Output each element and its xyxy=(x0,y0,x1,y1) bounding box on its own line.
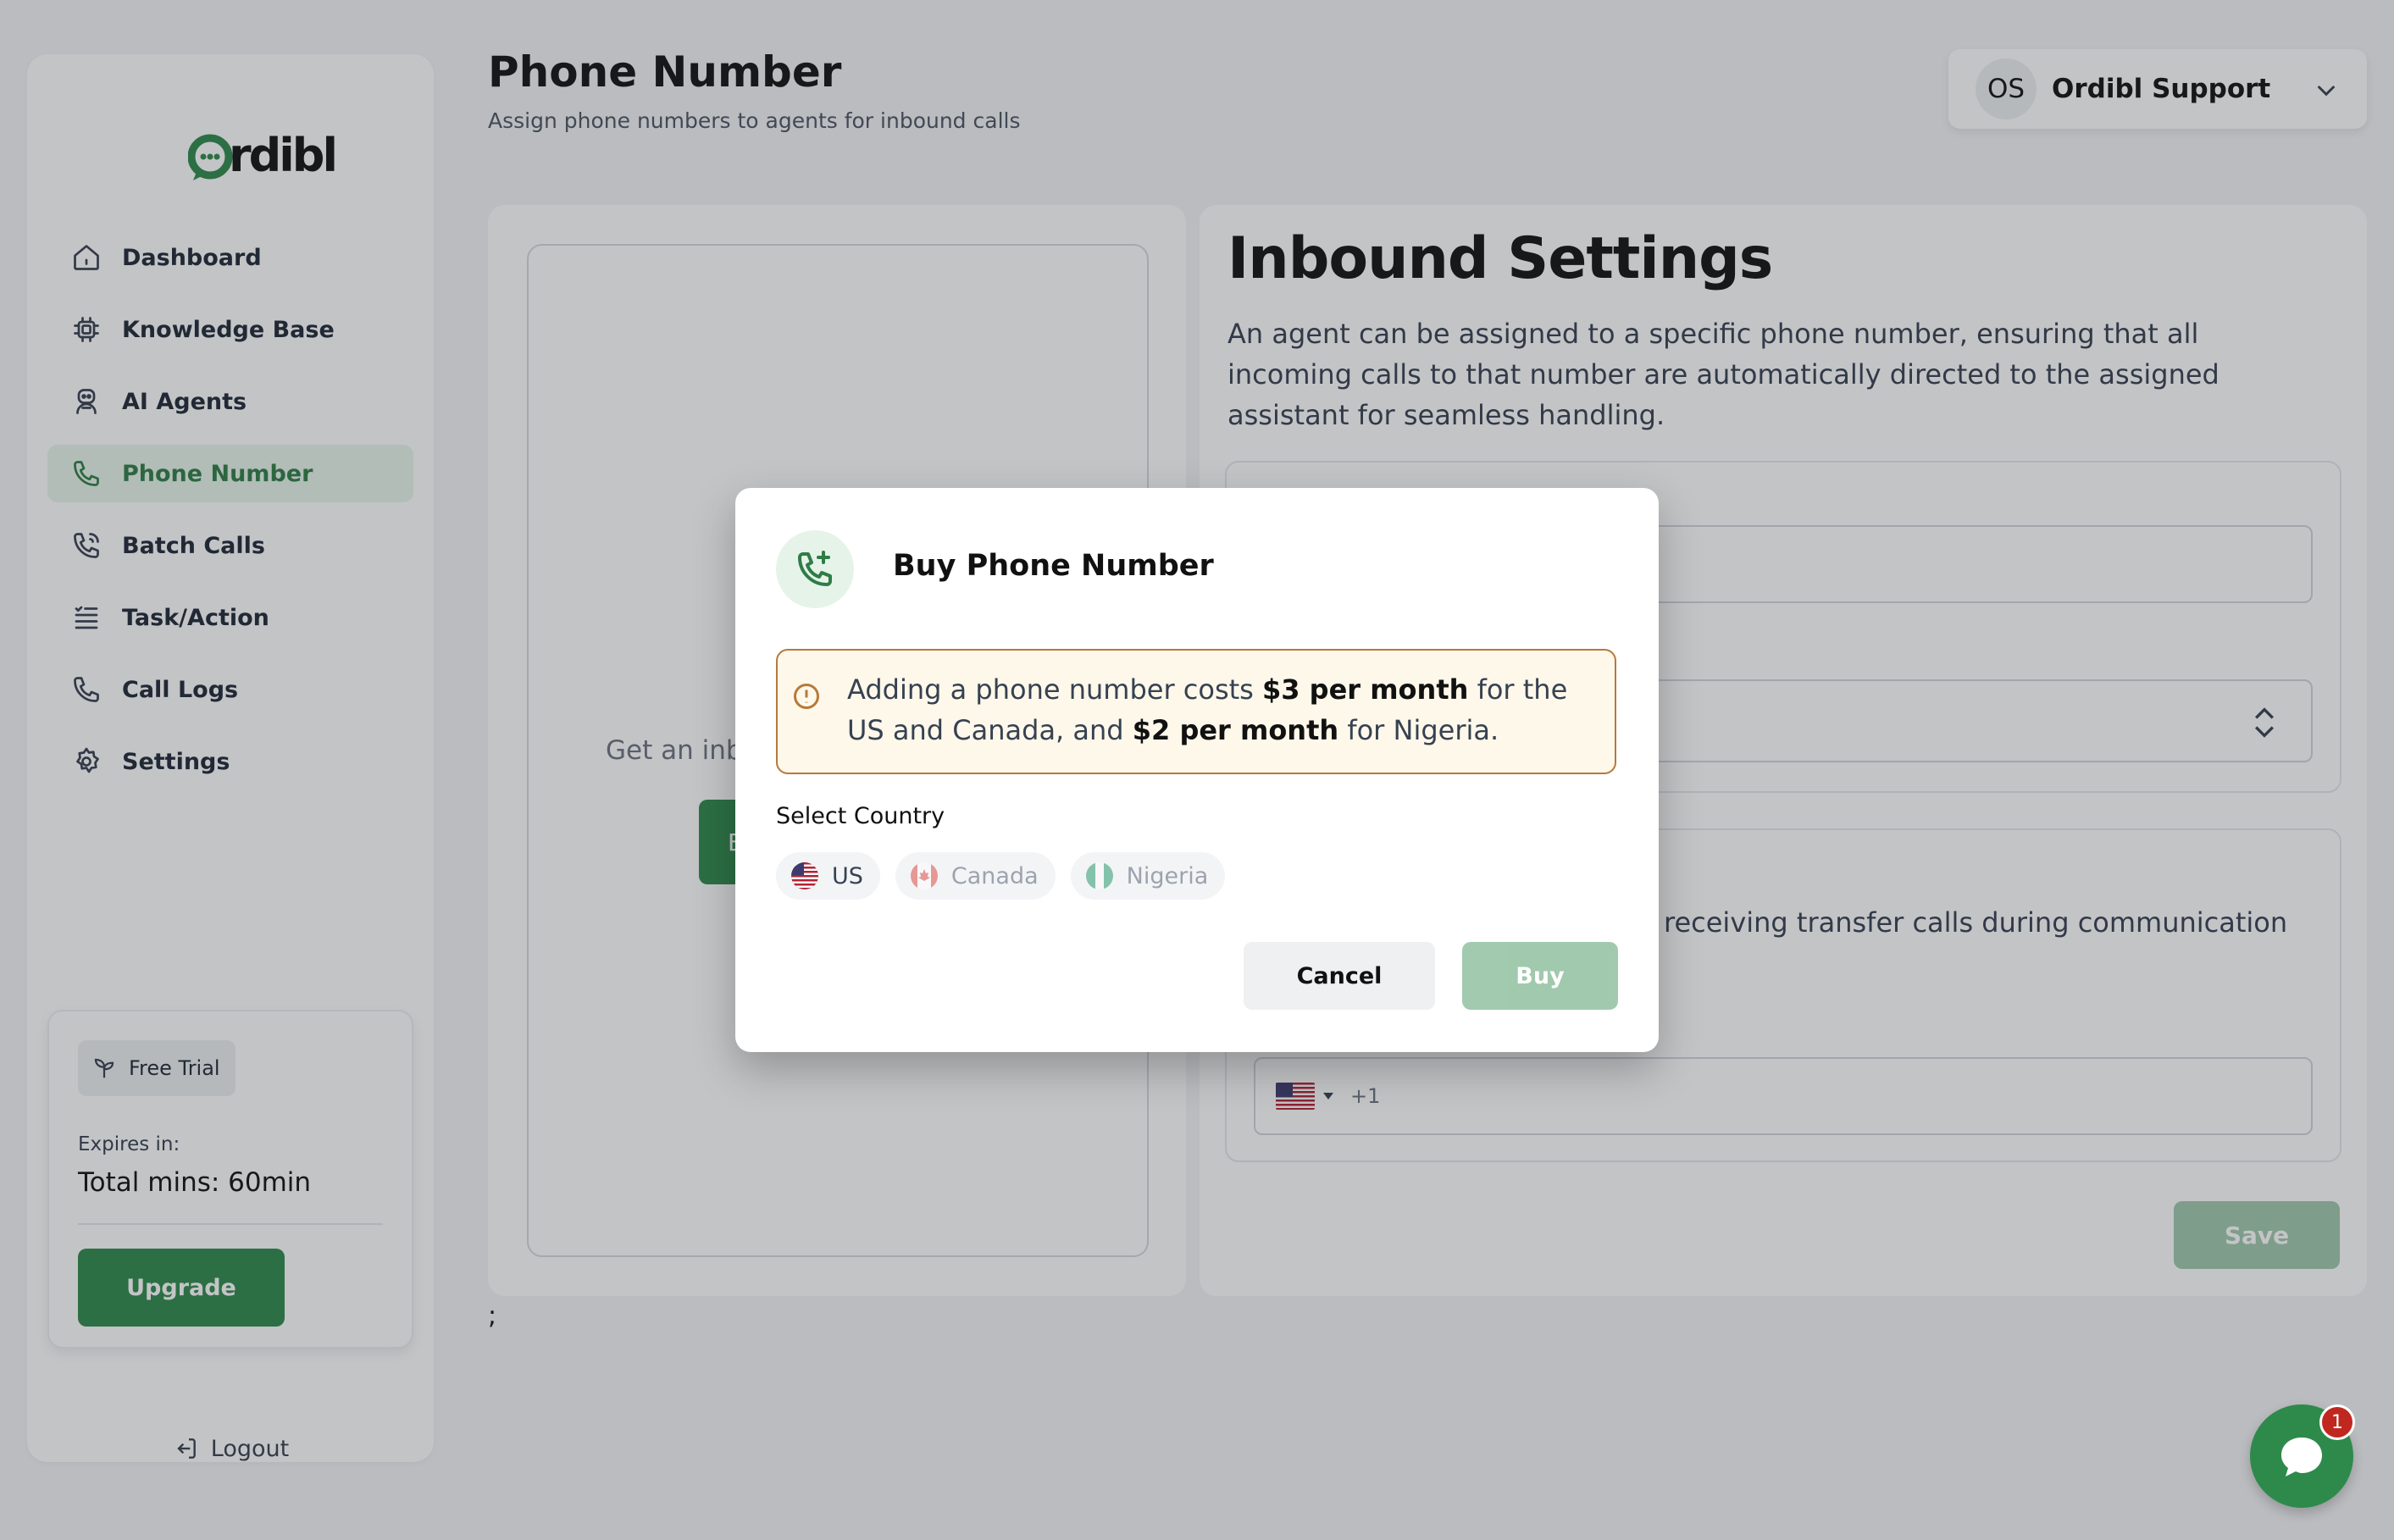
country-label: Canada xyxy=(950,862,1039,889)
notice-price-us-canada: $3 per month xyxy=(1262,673,1469,706)
nigeria-flag-icon xyxy=(1085,862,1113,889)
modal-title: Buy Phone Number xyxy=(893,549,1214,583)
phone-plus-icon xyxy=(776,530,854,608)
canada-flag-icon xyxy=(910,862,938,889)
pricing-notice-text: Adding a phone number costs $3 per month… xyxy=(847,669,1601,751)
country-option-nigeria[interactable]: Nigeria xyxy=(1070,852,1226,900)
buy-phone-number-modal: Buy Phone Number Adding a phone number c… xyxy=(735,488,1659,1052)
chat-bubble-icon xyxy=(2281,1438,2322,1476)
us-flag-icon xyxy=(791,862,818,889)
select-country-label: Select Country xyxy=(776,803,945,829)
alert-circle-icon xyxy=(791,681,822,712)
country-label: US xyxy=(832,862,863,889)
notice-price-nigeria: $2 per month xyxy=(1132,714,1339,746)
cancel-button[interactable]: Cancel xyxy=(1244,942,1435,1010)
country-option-us[interactable]: US xyxy=(776,852,880,900)
country-options: US Canada Nigeria xyxy=(776,852,1226,900)
app-root: rdibl Dashboard Knowledge Base AI Agents xyxy=(0,0,2394,1540)
pricing-notice: Adding a phone number costs $3 per month… xyxy=(776,649,1616,774)
notice-part: for Nigeria. xyxy=(1338,714,1499,746)
chat-notification-badge: 1 xyxy=(2319,1404,2355,1440)
country-option-canada[interactable]: Canada xyxy=(895,852,1056,900)
notice-part: Adding a phone number costs xyxy=(847,673,1262,706)
buy-button[interactable]: Buy xyxy=(1462,942,1618,1010)
country-label: Nigeria xyxy=(1126,862,1209,889)
